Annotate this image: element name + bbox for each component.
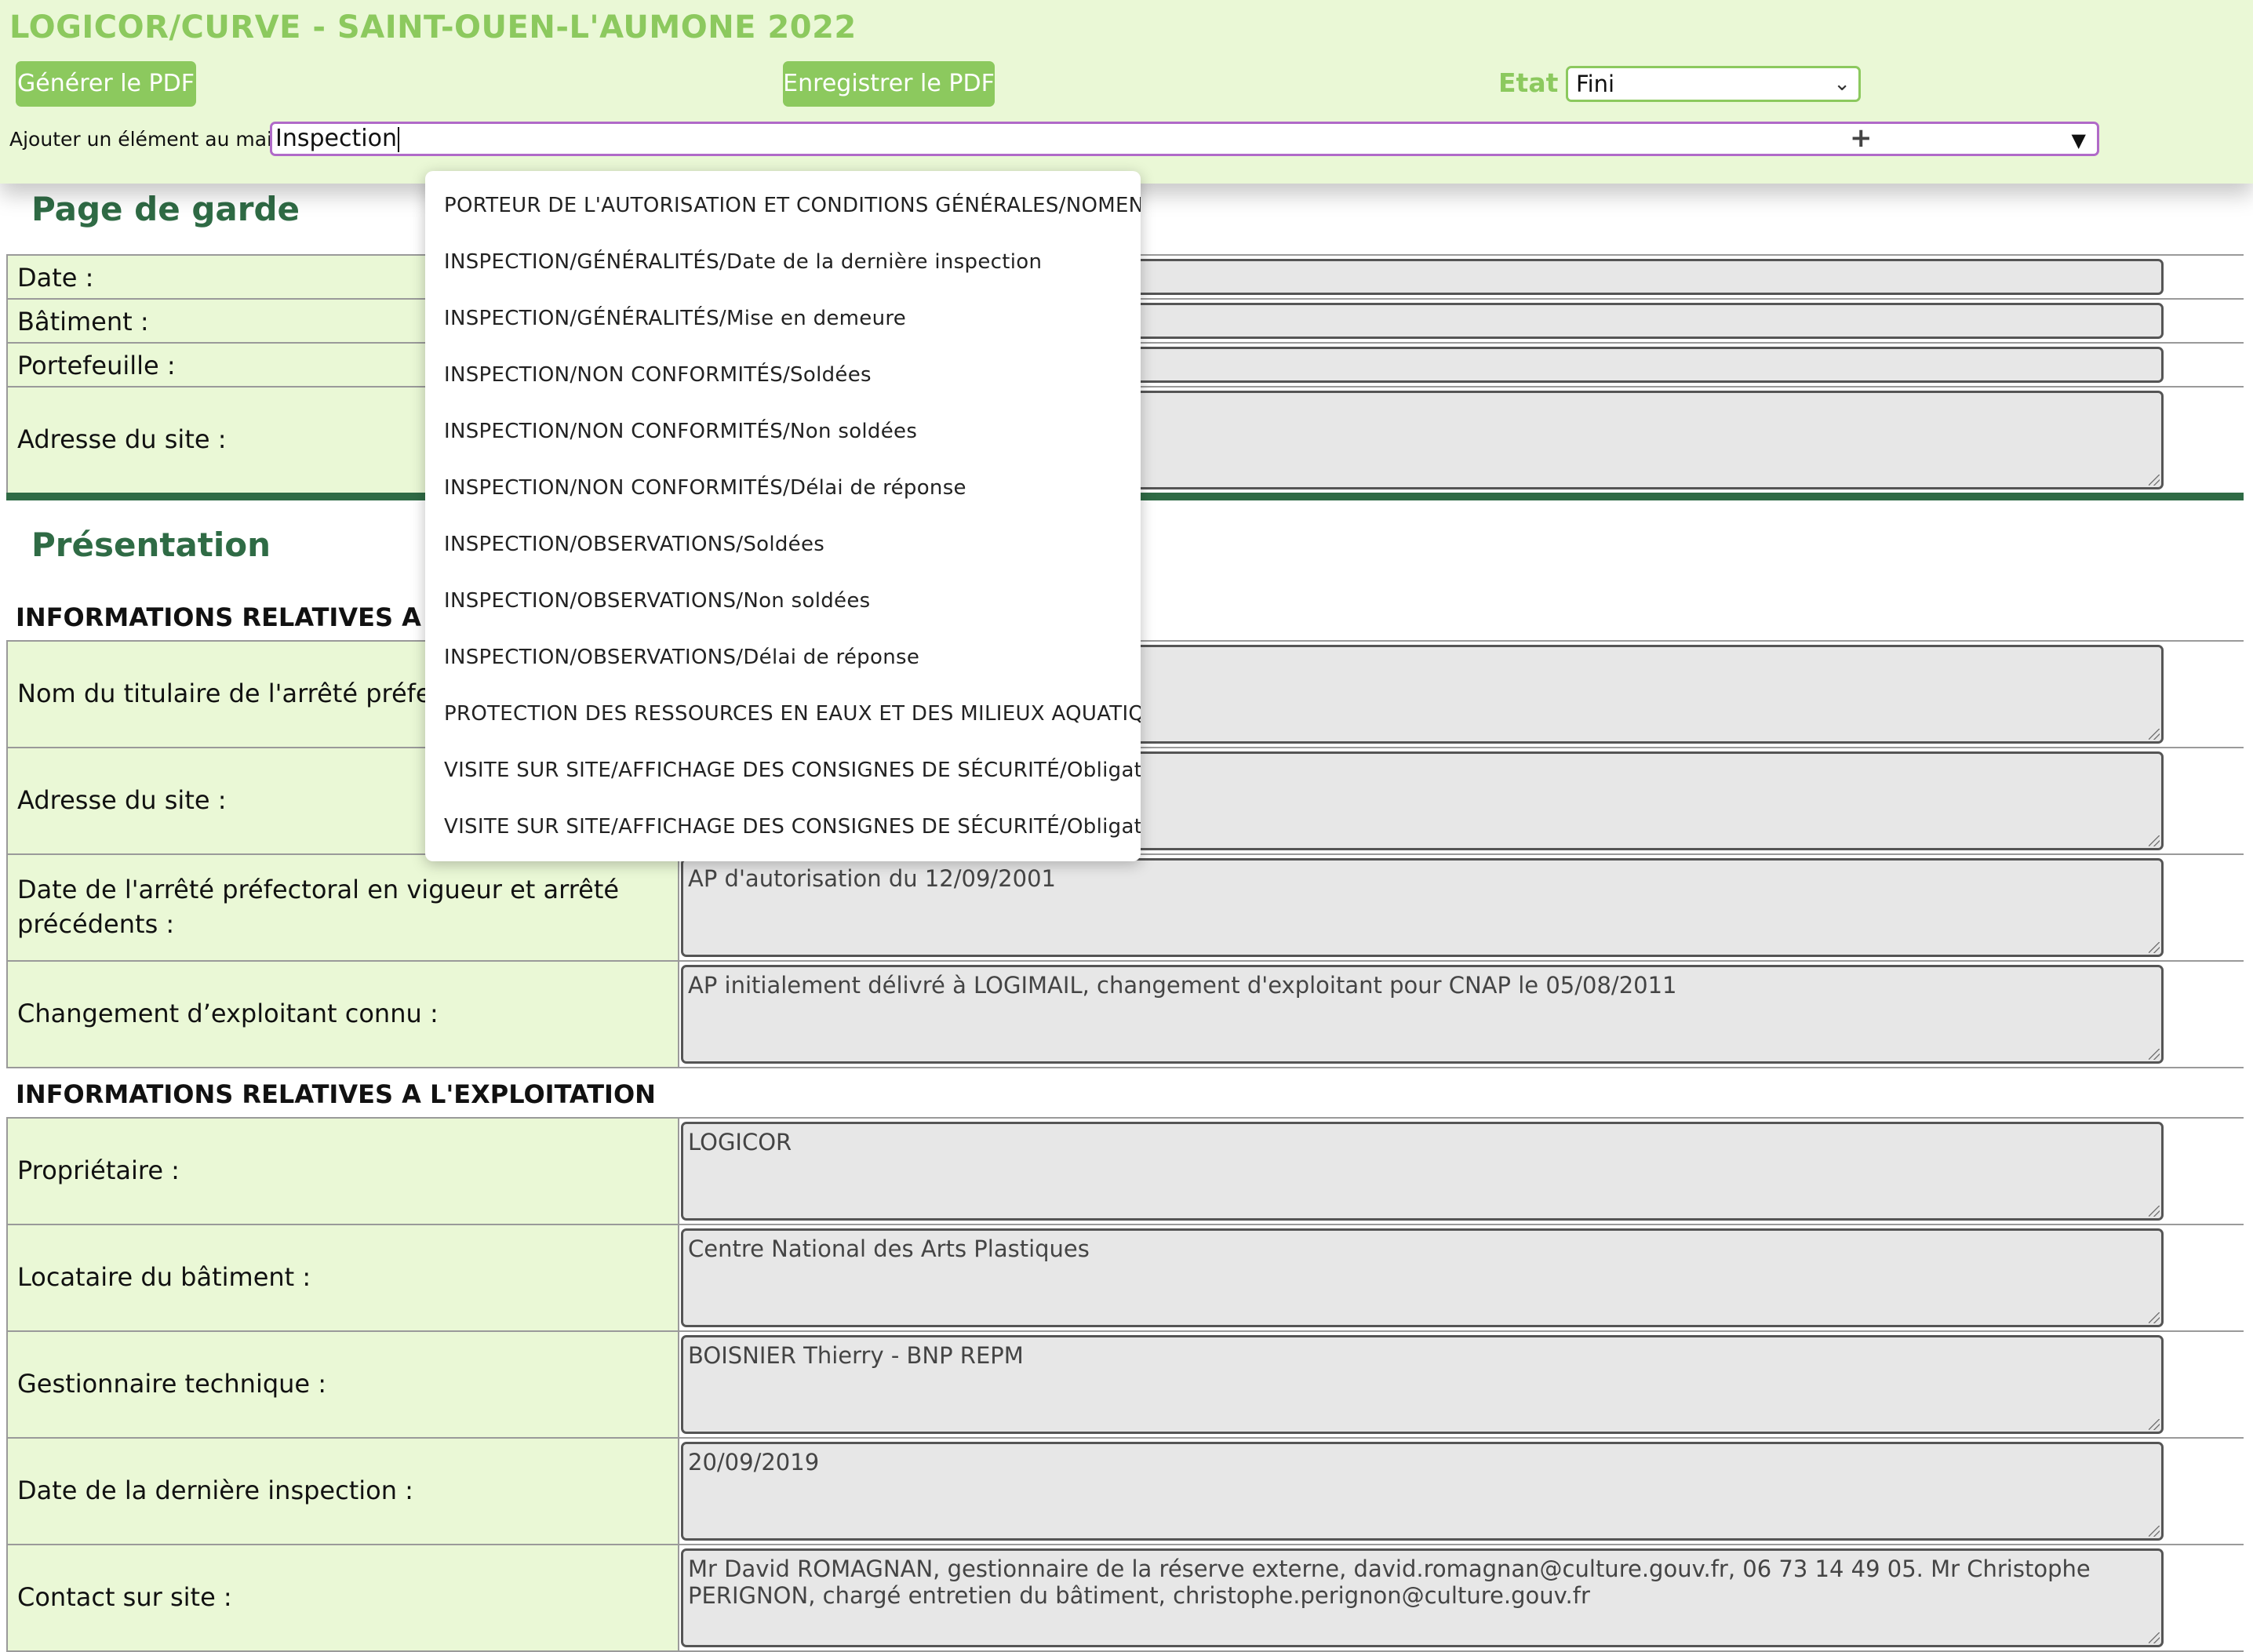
field-value: Centre National des Arts Plastiques bbox=[688, 1235, 1090, 1262]
row-label: Changement d’exploitant connu : bbox=[17, 999, 439, 1028]
changement-exploitant-field[interactable]: AP initialement délivré à LOGIMAIL, chan… bbox=[681, 965, 2164, 1064]
table-row: Propriétaire : LOGICOR bbox=[8, 1119, 2244, 1225]
table-row: Gestionnaire technique : BOISNIER Thierr… bbox=[8, 1332, 2244, 1439]
locataire-field[interactable]: Centre National des Arts Plastiques bbox=[681, 1228, 2164, 1327]
dropdown-option[interactable]: PORTEUR DE L'AUTORISATION ET CONDITIONS … bbox=[425, 177, 1141, 234]
row-label: Date de la dernière inspection : bbox=[17, 1476, 413, 1505]
add-element-input-value: Inspection bbox=[275, 125, 397, 152]
proprietaire-field[interactable]: LOGICOR bbox=[681, 1122, 2164, 1221]
row-label: Propriétaire : bbox=[17, 1155, 180, 1185]
section-title-page-de-garde: Page de garde bbox=[31, 190, 300, 228]
table-row: Locataire du bâtiment : Centre National … bbox=[8, 1225, 2244, 1332]
resize-handle-icon[interactable] bbox=[2149, 942, 2160, 953]
dropdown-option[interactable]: PROTECTION DES RESSOURCES EN EAUX ET DES… bbox=[425, 686, 1141, 742]
field-value: LOGICOR bbox=[688, 1129, 792, 1155]
dropdown-option[interactable]: INSPECTION/OBSERVATIONS/Soldées bbox=[425, 516, 1141, 573]
top-toolbar: LOGICOR/CURVE - SAINT-OUEN-L'AUMONE 2022… bbox=[0, 0, 2253, 184]
resize-handle-icon[interactable] bbox=[2149, 1206, 2160, 1217]
resize-handle-icon[interactable] bbox=[2149, 1632, 2160, 1643]
add-element-combobox[interactable]: Inspection ▼ bbox=[270, 122, 2099, 156]
etat-select[interactable]: Fini ⌄ bbox=[1566, 66, 1861, 102]
dropdown-option[interactable]: VISITE SUR SITE/AFFICHAGE DES CONSIGNES … bbox=[425, 799, 1141, 855]
dropdown-option[interactable]: INSPECTION/OBSERVATIONS/Non soldées bbox=[425, 573, 1141, 629]
etat-select-value: Fini bbox=[1576, 71, 1615, 97]
row-label: Date de l'arrêté préfectoral en vigueur … bbox=[17, 875, 620, 939]
dropdown-option[interactable]: INSPECTION/GÉNÉRALITÉS/Date de la derniè… bbox=[425, 234, 1141, 290]
resize-handle-icon[interactable] bbox=[2149, 1526, 2160, 1537]
generate-pdf-button[interactable]: Générer le PDF bbox=[16, 61, 196, 107]
row-value-cell: Mr David ROMAGNAN, gestionnaire de la ré… bbox=[678, 1545, 2244, 1650]
row-label: Date : bbox=[17, 263, 94, 293]
row-label: Contact sur site : bbox=[17, 1582, 232, 1612]
field-value: Mr David ROMAGNAN, gestionnaire de la ré… bbox=[688, 1556, 2091, 1609]
row-label: Adresse du site : bbox=[17, 424, 227, 454]
field-value: 20/09/2019 bbox=[688, 1449, 820, 1476]
resize-handle-icon[interactable] bbox=[2149, 475, 2160, 486]
table-row: Changement d’exploitant connu : AP initi… bbox=[8, 962, 2244, 1068]
row-value-cell: 20/09/2019 bbox=[678, 1439, 2244, 1544]
exploitation-table: Propriétaire : LOGICOR Locataire du bâti… bbox=[6, 1117, 2244, 1652]
row-label: Adresse du site : bbox=[17, 785, 227, 815]
row-value-cell: AP initialement délivré à LOGIMAIL, chan… bbox=[678, 962, 2244, 1067]
row-label: Locataire du bâtiment : bbox=[17, 1262, 311, 1292]
table-row: Contact sur site : Mr David ROMAGNAN, ge… bbox=[8, 1545, 2244, 1652]
date-arrete-field[interactable]: AP d'autorisation du 12/09/2001 bbox=[681, 858, 2164, 957]
resize-handle-icon[interactable] bbox=[2149, 1049, 2160, 1060]
gestionnaire-field[interactable]: BOISNIER Thierry - BNP REPM bbox=[681, 1335, 2164, 1434]
add-element-button[interactable]: + bbox=[1850, 122, 1873, 154]
dropdown-option[interactable]: INSPECTION/NON CONFORMITÉS/Délai de répo… bbox=[425, 460, 1141, 516]
document-title: LOGICOR/CURVE - SAINT-OUEN-L'AUMONE 2022 bbox=[9, 9, 857, 45]
add-element-dropdown-list: PORTEUR DE L'AUTORISATION ET CONDITIONS … bbox=[425, 171, 1141, 861]
dropdown-option[interactable]: INSPECTION/GÉNÉRALITÉS/Mise en demeure bbox=[425, 290, 1141, 347]
text-caret bbox=[397, 126, 399, 152]
row-label: Bâtiment : bbox=[17, 307, 149, 337]
dropdown-option[interactable]: INSPECTION/OBSERVATIONS/Délai de réponse bbox=[425, 629, 1141, 686]
table-row: Date de l'arrêté préfectoral en vigueur … bbox=[8, 855, 2244, 962]
row-label: Gestionnaire technique : bbox=[17, 1369, 327, 1399]
derniere-inspection-field[interactable]: 20/09/2019 bbox=[681, 1442, 2164, 1541]
chevron-down-icon: ⌄ bbox=[1833, 72, 1851, 96]
dropdown-option[interactable]: INSPECTION/NON CONFORMITÉS/Soldées bbox=[425, 347, 1141, 403]
dropdown-option[interactable]: VISITE SUR SITE/AFFICHAGE DES CONSIGNES … bbox=[425, 742, 1141, 799]
row-label: Portefeuille : bbox=[17, 351, 176, 380]
add-element-label: Ajouter un élément au main : bbox=[9, 128, 298, 151]
exploitation-heading: INFORMATIONS RELATIVES A L'EXPLOITATION bbox=[16, 1079, 656, 1109]
field-value: AP initialement délivré à LOGIMAIL, chan… bbox=[688, 972, 1677, 999]
resize-handle-icon[interactable] bbox=[2149, 729, 2160, 740]
save-pdf-button[interactable]: Enregistrer le PDF bbox=[783, 61, 995, 107]
field-value: BOISNIER Thierry - BNP REPM bbox=[688, 1342, 1024, 1369]
row-value-cell: BOISNIER Thierry - BNP REPM bbox=[678, 1332, 2244, 1437]
table-row: Date de la dernière inspection : 20/09/2… bbox=[8, 1439, 2244, 1545]
row-value-cell: Centre National des Arts Plastiques bbox=[678, 1225, 2244, 1330]
dropdown-arrow-icon[interactable]: ▼ bbox=[2072, 126, 2086, 155]
resize-handle-icon[interactable] bbox=[2149, 835, 2160, 846]
resize-handle-icon[interactable] bbox=[2149, 1419, 2160, 1430]
row-value-cell: AP d'autorisation du 12/09/2001 bbox=[678, 855, 2244, 960]
section-title-presentation: Présentation bbox=[31, 526, 271, 564]
dropdown-option[interactable]: INSPECTION/NON CONFORMITÉS/Non soldées bbox=[425, 403, 1141, 460]
row-value-cell: LOGICOR bbox=[678, 1119, 2244, 1224]
field-value: AP d'autorisation du 12/09/2001 bbox=[688, 865, 1056, 892]
resize-handle-icon[interactable] bbox=[2149, 1312, 2160, 1323]
contact-site-field[interactable]: Mr David ROMAGNAN, gestionnaire de la ré… bbox=[681, 1548, 2164, 1647]
